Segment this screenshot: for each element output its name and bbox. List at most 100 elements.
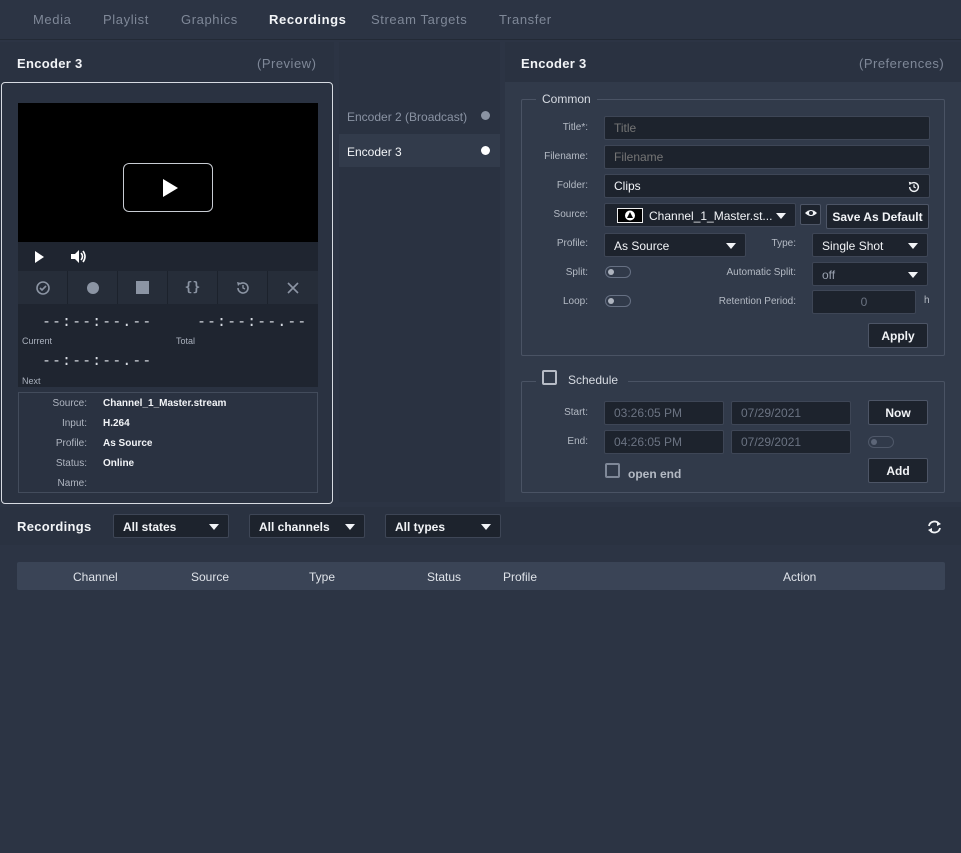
profile-select[interactable]: As Source: [604, 233, 746, 257]
source-value: Channel_1_Master.st...: [649, 209, 773, 223]
end-time-input[interactable]: 04:26:05 PM: [604, 430, 724, 454]
title-label: Title*:: [562, 122, 588, 133]
state-filter-value: All states: [123, 520, 177, 534]
type-value: Single Shot: [822, 239, 884, 253]
add-button[interactable]: Add: [868, 458, 928, 483]
encoder-item-3[interactable]: Encoder 3: [339, 134, 500, 167]
schedule-checkbox[interactable]: [542, 370, 557, 385]
volume-icon[interactable]: [70, 249, 87, 264]
preferences-subtitle: (Preferences): [859, 56, 945, 71]
encoder-item-2[interactable]: Encoder 2 (Broadcast): [339, 100, 500, 133]
status-dot: [481, 111, 490, 120]
encoder-item-label: Encoder 2 (Broadcast): [347, 110, 468, 124]
type-filter[interactable]: All types: [385, 514, 501, 538]
info-input-value: H.264: [103, 418, 130, 429]
timecode-panel: --:--:--.-- Current --:--:--.-- Total --…: [18, 304, 318, 387]
recordings-title: Recordings: [17, 519, 92, 534]
split-toggle[interactable]: [605, 266, 631, 278]
retention-period-input[interactable]: 0: [812, 290, 916, 314]
play-icon: [163, 179, 178, 197]
apply-button[interactable]: Apply: [868, 323, 928, 348]
loop-label: Loop:: [562, 296, 588, 307]
retention-unit: h: [924, 295, 930, 306]
play-icon[interactable]: [32, 250, 46, 264]
channel-filter-value: All channels: [259, 520, 330, 534]
info-profile-value: As Source: [103, 438, 153, 449]
tab-playlist[interactable]: Playlist: [103, 12, 149, 27]
top-nav: Media Playlist Graphics Recordings Strea…: [0, 0, 961, 40]
close-icon[interactable]: [268, 271, 318, 304]
column-profile[interactable]: Profile: [503, 570, 537, 584]
player-controls: [18, 242, 318, 271]
folder-field[interactable]: Clips: [604, 174, 930, 198]
start-label: Start:: [564, 407, 588, 418]
current-label: Current: [22, 336, 53, 346]
record-icon[interactable]: [68, 271, 118, 304]
retention-period-label: Retention Period:: [718, 296, 796, 307]
stop-icon[interactable]: [118, 271, 168, 304]
braces-icon[interactable]: {}: [168, 271, 218, 304]
source-label: Source:: [553, 209, 588, 220]
type-filter-value: All types: [395, 520, 446, 534]
schedule-label: Schedule: [568, 373, 619, 387]
state-filter[interactable]: All states: [113, 514, 229, 538]
big-play-button[interactable]: [123, 163, 213, 212]
column-source[interactable]: Source: [191, 570, 229, 584]
automatic-split-select[interactable]: off: [812, 262, 928, 286]
open-end-label: open end: [628, 467, 682, 481]
source-select[interactable]: Channel_1_Master.st...: [604, 203, 796, 227]
column-channel[interactable]: Channel: [73, 570, 118, 584]
end-date-input[interactable]: 07/29/2021: [731, 430, 851, 454]
encoder-action-bar: {}: [18, 271, 318, 304]
start-time-input[interactable]: 03:26:05 PM: [604, 401, 724, 425]
column-status[interactable]: Status: [427, 570, 461, 584]
history-icon[interactable]: [218, 271, 268, 304]
preview-source-button[interactable]: [800, 204, 821, 225]
loop-toggle[interactable]: [605, 295, 631, 307]
history-icon[interactable]: [907, 180, 921, 194]
chevron-down-icon: [345, 524, 355, 530]
next-timecode: --:--:--.--: [42, 351, 153, 369]
split-label: Split:: [565, 267, 588, 278]
start-date-input[interactable]: 07/29/2021: [731, 401, 851, 425]
title-input[interactable]: [604, 116, 930, 140]
chevron-down-icon: [726, 243, 736, 249]
filename-input[interactable]: [604, 145, 930, 169]
stream-info: Source: Channel_1_Master.stream Input: H…: [18, 392, 318, 493]
preview-subtitle: (Preview): [257, 56, 317, 71]
preferences-title: Encoder 3: [521, 56, 587, 71]
check-clock-icon[interactable]: [18, 271, 68, 304]
end-toggle[interactable]: [868, 436, 894, 448]
tab-stream-targets[interactable]: Stream Targets: [371, 12, 467, 27]
tab-transfer[interactable]: Transfer: [499, 12, 552, 27]
info-profile-key: Profile:: [55, 438, 87, 449]
next-label: Next: [22, 376, 41, 386]
preview-title: Encoder 3: [17, 56, 83, 71]
tab-graphics[interactable]: Graphics: [181, 12, 238, 27]
profile-label: Profile:: [556, 238, 588, 249]
type-select[interactable]: Single Shot: [812, 233, 928, 257]
open-end-checkbox[interactable]: [605, 463, 620, 478]
info-name-key: Name:: [57, 478, 87, 489]
total-label: Total: [176, 336, 196, 346]
info-status-key: Status:: [55, 458, 87, 469]
folder-label: Folder:: [556, 180, 588, 191]
info-source-value: Channel_1_Master.stream: [103, 398, 227, 409]
tab-media[interactable]: Media: [33, 12, 71, 27]
current-timecode: --:--:--.--: [42, 312, 153, 330]
refresh-icon[interactable]: [926, 519, 943, 535]
profile-value: As Source: [614, 239, 670, 253]
automatic-split-value: off: [822, 268, 836, 282]
schedule-legend: Schedule: [536, 370, 628, 388]
encoder-item-label: Encoder 3: [347, 145, 402, 159]
chevron-down-icon: [908, 243, 918, 249]
channel-filter[interactable]: All channels: [249, 514, 365, 538]
tab-recordings[interactable]: Recordings: [269, 12, 347, 27]
automatic-split-label: Automatic Split:: [726, 267, 796, 278]
save-as-default-button[interactable]: Save As Default: [826, 204, 929, 229]
now-button[interactable]: Now: [868, 400, 928, 425]
column-type[interactable]: Type: [309, 570, 335, 584]
status-dot: [481, 146, 490, 155]
filename-label: Filename:: [544, 151, 588, 162]
chevron-down-icon: [481, 524, 491, 530]
